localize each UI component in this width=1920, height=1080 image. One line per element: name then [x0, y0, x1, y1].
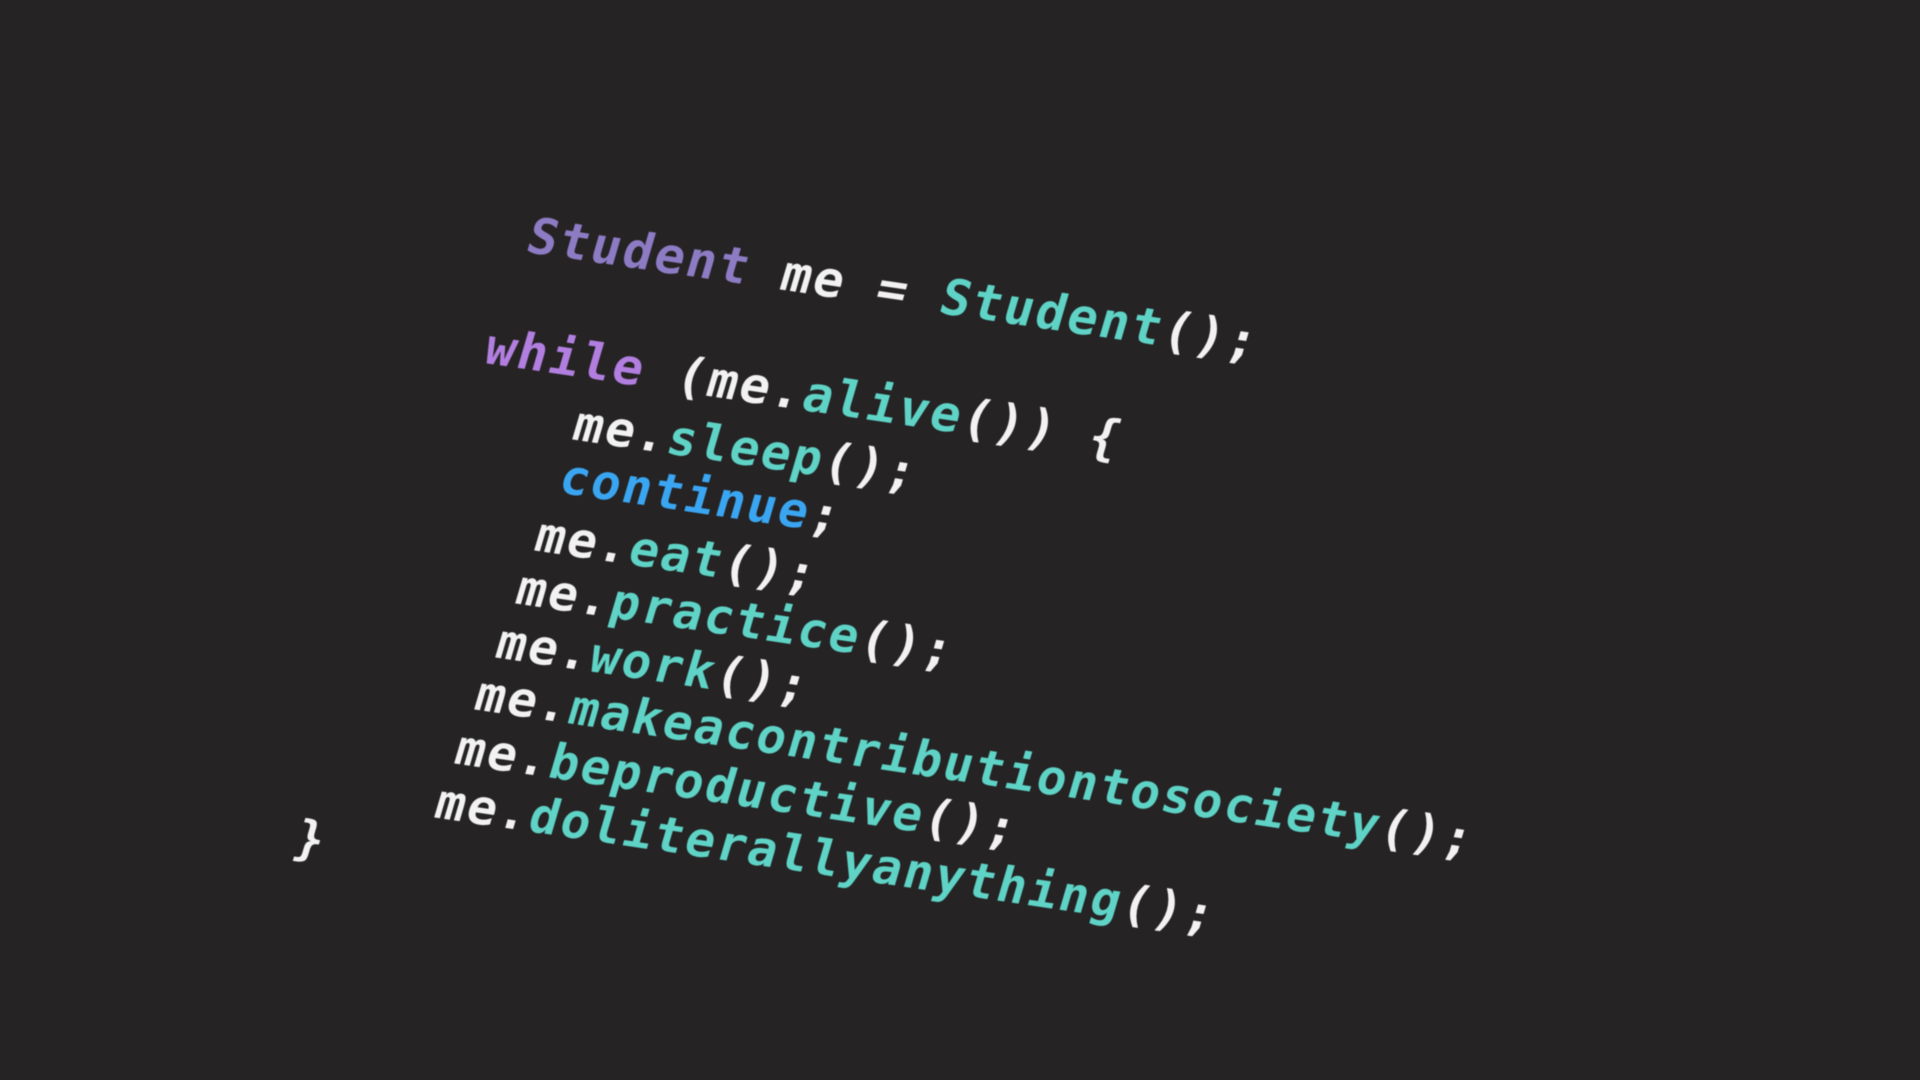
variable-token: me = — [742, 239, 950, 325]
code-line-closing-brace: } — [91, 740, 346, 911]
punctuation-token: (); — [1114, 874, 1225, 944]
punctuation-token: (); — [1372, 798, 1483, 868]
punctuation-token: (); — [852, 610, 963, 680]
code-screenshot: Student me = Student(); while (me.alive(… — [0, 0, 1920, 1080]
object-token: me. — [428, 773, 539, 843]
punctuation-token: (); — [1155, 300, 1268, 372]
code-block: Student me = Student(); while (me.alive(… — [0, 0, 1920, 1080]
punctuation-token: ()) { — [954, 388, 1131, 469]
